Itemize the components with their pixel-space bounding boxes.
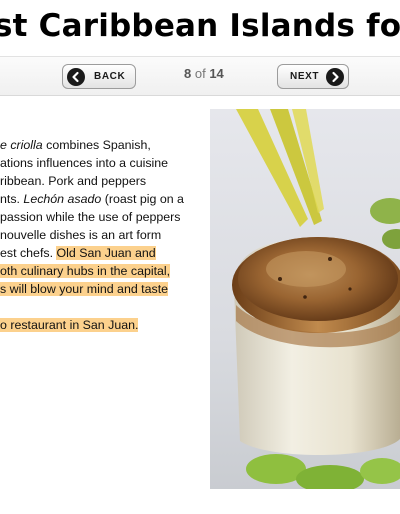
next-button[interactable]: NEXT <box>277 64 349 89</box>
slide-total: 14 <box>209 66 224 81</box>
article-line: s will blow your mind and taste <box>0 280 196 298</box>
slide-counter: 8 of 14 <box>184 66 224 81</box>
seared-scallop-photo <box>210 109 400 489</box>
article-line: passion while the use of peppers <box>0 210 181 224</box>
article-line: ations influences into a cuisine <box>0 156 169 170</box>
article-line: o restaurant in San Juan. <box>0 316 196 334</box>
back-button[interactable]: BACK <box>62 64 136 89</box>
article-line: nts. Lechón asado (roast pig on a <box>0 192 184 206</box>
article-italic: e criolla <box>0 138 43 152</box>
article-italic: Lechón asado <box>23 192 102 206</box>
article-line: ribbean. Pork and peppers <box>0 174 147 188</box>
article-line: nouvelle dishes is an art form <box>0 228 162 242</box>
article-line: est chefs. Old San Juan and <box>0 246 156 260</box>
highlighted-link-text[interactable]: Old San Juan and <box>56 246 156 260</box>
article-line: oth culinary hubs in the capital, <box>0 262 196 280</box>
slide-current: 8 <box>184 66 192 81</box>
highlighted-link-text[interactable]: s will blow your mind and taste <box>0 282 169 296</box>
highlighted-link-text[interactable]: o restaurant in San Juan. <box>0 318 139 332</box>
article-title-text: st Caribbean Islands for Food <box>0 8 400 44</box>
highlighted-link-text[interactable]: oth culinary hubs in the capital, <box>0 264 171 278</box>
next-button-label: NEXT <box>290 71 320 82</box>
slide-of: of <box>194 66 206 81</box>
article-title: st Caribbean Islands for Food <box>0 8 400 52</box>
article-line: e criolla combines Spanish, <box>0 138 151 152</box>
article-body: e criolla combines Spanish, ations influ… <box>0 136 196 334</box>
arrow-left-icon <box>67 67 85 86</box>
arrow-right-icon <box>326 67 345 86</box>
article-spacer <box>0 298 196 316</box>
back-button-label: BACK <box>94 71 126 82</box>
